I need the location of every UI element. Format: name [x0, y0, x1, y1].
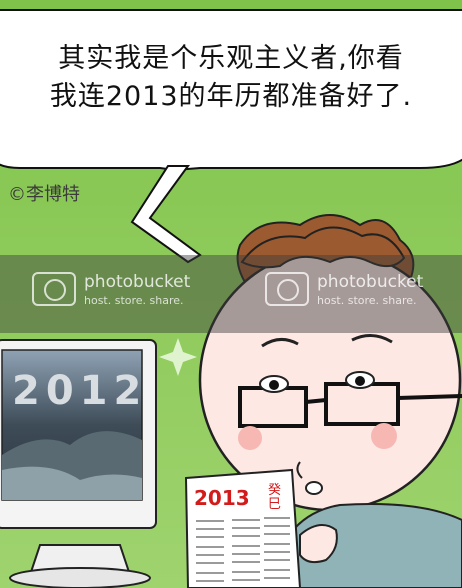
calendar-zodiac: 癸巳 [268, 483, 282, 512]
speech-bubble-text: 其实我是个乐观主义者,你看 我连2013的年历都准备好了. [0, 40, 462, 116]
monitor-title: 2012 [12, 368, 148, 414]
camera-icon [265, 272, 309, 306]
calendar-year: 2013 [194, 486, 250, 510]
watermark-subtitle: host. store. share. [317, 294, 417, 307]
artist-signature: ©李博特 [8, 184, 80, 205]
watermark-subtitle: host. store. share. [84, 294, 184, 307]
watermark-brand: photobucket [84, 272, 191, 292]
speech-line-1: 其实我是个乐观主义者,你看 [58, 43, 404, 74]
watermark-brand: photobucket [317, 272, 424, 292]
speech-line-2: 我连2013的年历都准备好了. [49, 81, 413, 112]
comic-panel: 其实我是个乐观主义者,你看 我连2013的年历都准备好了. ©李博特 photo… [0, 0, 462, 588]
camera-icon [32, 272, 76, 306]
